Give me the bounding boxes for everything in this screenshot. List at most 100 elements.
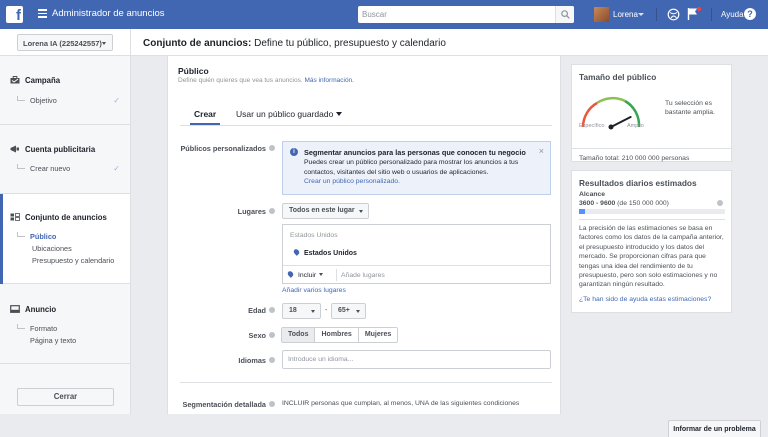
chevron-down-icon bbox=[359, 210, 363, 213]
megaphone-icon bbox=[10, 145, 19, 153]
detailed-targeting-text: INCLUIR personas que cumplan, al menos, … bbox=[282, 400, 520, 407]
select-value: 65+ bbox=[338, 307, 350, 314]
search-button[interactable] bbox=[555, 6, 574, 23]
create-custom-audience-link[interactable]: Crear un público personalizado. bbox=[304, 178, 400, 185]
divider bbox=[656, 8, 657, 21]
monitor-icon bbox=[10, 305, 20, 313]
sidebar-item-objective[interactable]: Objetivo bbox=[17, 96, 57, 105]
info-icon[interactable] bbox=[269, 401, 275, 407]
include-select[interactable]: Incluir bbox=[286, 270, 324, 279]
audience-size-panel: Tamaño del público Específico Amplio Tu … bbox=[571, 64, 732, 162]
chevron-down-icon bbox=[319, 273, 324, 276]
info-icon[interactable] bbox=[269, 145, 275, 151]
location-item[interactable]: Estados Unidos bbox=[292, 248, 357, 257]
footer-area bbox=[0, 414, 768, 437]
divider bbox=[180, 382, 552, 383]
chevron-down-icon bbox=[336, 112, 343, 116]
more-info-link[interactable]: Más información. bbox=[304, 77, 354, 84]
account-label: Lorena IA (225242557) bbox=[23, 39, 102, 48]
report-problem-button[interactable]: Informar de un problema bbox=[668, 420, 761, 437]
gauge-label-specific: Específico bbox=[579, 123, 605, 129]
info-body: Puedes crear un público personalizado pa… bbox=[304, 158, 534, 187]
close-button[interactable]: Cerrar bbox=[17, 388, 114, 406]
age-min-select[interactable]: 18 bbox=[282, 303, 321, 319]
info-icon[interactable] bbox=[717, 200, 723, 206]
reach-label: Alcance bbox=[579, 191, 606, 198]
help-link[interactable]: Ayuda bbox=[721, 10, 744, 19]
sidebar-item-ad-set[interactable]: Conjunto de anuncios bbox=[10, 213, 107, 222]
custom-audiences-label: Públicos personalizados bbox=[180, 144, 275, 153]
field-label: Públicos personalizados bbox=[180, 144, 266, 153]
age-range-dash: - bbox=[325, 307, 328, 314]
field-label: Segmentación detallada bbox=[182, 400, 266, 409]
info-icon[interactable] bbox=[269, 357, 275, 363]
daily-results-panel: Resultados diarios estimados Alcance 360… bbox=[571, 170, 732, 313]
top-navigation-bar: f Administrador de anuncios Lorena Ayuda… bbox=[0, 0, 768, 29]
age-max-select[interactable]: 65+ bbox=[331, 303, 366, 319]
sidebar-item-campaign[interactable]: Campaña bbox=[10, 76, 60, 85]
help-icon[interactable]: ? bbox=[744, 8, 756, 20]
sidebar-item-create-new[interactable]: Crear nuevo bbox=[17, 164, 70, 173]
divider bbox=[711, 8, 712, 21]
close-icon[interactable]: × bbox=[539, 146, 544, 156]
chevron-down-icon bbox=[102, 42, 106, 45]
add-location-row: Incluir bbox=[283, 265, 550, 284]
field-label: Sexo bbox=[248, 331, 266, 340]
sidebar-item-label: Cuenta publicitaria bbox=[25, 145, 96, 154]
avatar[interactable] bbox=[594, 7, 609, 22]
detailed-targeting-label: Segmentación detallada bbox=[182, 400, 275, 409]
sub-header: Lorena IA (225242557) Conjunto de anunci… bbox=[0, 29, 768, 56]
info-icon[interactable] bbox=[269, 307, 275, 313]
sidebar-item-audience[interactable]: Público bbox=[17, 232, 56, 241]
check-icon: ✓ bbox=[113, 96, 120, 105]
menu-icon[interactable] bbox=[38, 9, 47, 18]
sidebar-section-ad: Anuncio Formato Página y texto bbox=[0, 284, 130, 364]
select-value: Todos en este lugar bbox=[289, 207, 355, 214]
select-value: 18 bbox=[289, 307, 297, 314]
add-bulk-locations-link[interactable]: Añadir varios lugares bbox=[282, 287, 346, 294]
estimates-note: La precisión de las estimaciones se basa… bbox=[579, 225, 724, 289]
gender-option-men[interactable]: Hombres bbox=[314, 328, 358, 342]
globe-icon[interactable] bbox=[667, 8, 680, 21]
sidebar-item-ad-account[interactable]: Cuenta publicitaria bbox=[10, 145, 95, 154]
section-description: Define quién quieres que vea tus anuncio… bbox=[178, 77, 354, 84]
sidebar-item-ad[interactable]: Anuncio bbox=[10, 305, 56, 314]
search-input[interactable] bbox=[358, 6, 555, 23]
reach-progress-fill bbox=[579, 209, 585, 214]
chevron-down-icon[interactable] bbox=[638, 13, 644, 16]
tab-saved-audience[interactable]: Usar un público guardado bbox=[236, 109, 343, 119]
estimates-feedback-link[interactable]: ¿Te han sido de ayuda estas estimaciones… bbox=[579, 296, 711, 303]
page-title-rest: Define tu público, presupuesto y calenda… bbox=[251, 38, 446, 49]
check-icon: ✓ bbox=[113, 164, 120, 173]
sidebar-item-budget-schedule[interactable]: Presupuesto y calendario bbox=[32, 256, 114, 265]
facebook-logo-icon[interactable]: f bbox=[6, 6, 23, 24]
app-title[interactable]: Administrador de anuncios bbox=[52, 8, 164, 19]
page-title: Conjunto de anuncios: Define tu público,… bbox=[143, 38, 446, 49]
gender-option-all[interactable]: Todos bbox=[282, 328, 315, 342]
chevron-down-icon bbox=[311, 310, 315, 313]
add-places-input[interactable] bbox=[341, 269, 541, 282]
info-icon[interactable] bbox=[269, 332, 275, 338]
sidebar-item-label: Formato bbox=[30, 324, 58, 333]
sidebar-item-format[interactable]: Formato bbox=[17, 324, 57, 333]
sidebar-section-adset: Conjunto de anuncios Público Ubicaciones… bbox=[0, 194, 130, 284]
account-selector[interactable]: Lorena IA (225242557) bbox=[17, 34, 113, 51]
locations-box: Estados Unidos Estados Unidos Incluir bbox=[282, 224, 551, 284]
field-label: Idiomas bbox=[238, 356, 266, 365]
user-name[interactable]: Lorena bbox=[613, 10, 638, 19]
divider bbox=[579, 219, 725, 220]
audience-section: Público Define quién quieres que vea tus… bbox=[167, 56, 561, 414]
tab-create[interactable]: Crear bbox=[194, 109, 216, 119]
info-title: Segmentar anuncios para las personas que… bbox=[304, 148, 526, 157]
gauge-hub bbox=[608, 124, 614, 130]
info-icon[interactable] bbox=[269, 208, 275, 214]
gender-option-women[interactable]: Mujeres bbox=[357, 328, 398, 342]
age-label: Edad bbox=[248, 306, 275, 315]
sidebar-item-page-text[interactable]: Página y texto bbox=[30, 336, 76, 345]
panel-title: Resultados diarios estimados bbox=[579, 178, 697, 188]
divider bbox=[180, 125, 552, 126]
sidebar-item-placements[interactable]: Ubicaciones bbox=[32, 244, 72, 253]
languages-input[interactable] bbox=[282, 350, 551, 369]
active-indicator bbox=[0, 194, 3, 284]
locations-type-select[interactable]: Todos en este lugar bbox=[282, 203, 369, 219]
